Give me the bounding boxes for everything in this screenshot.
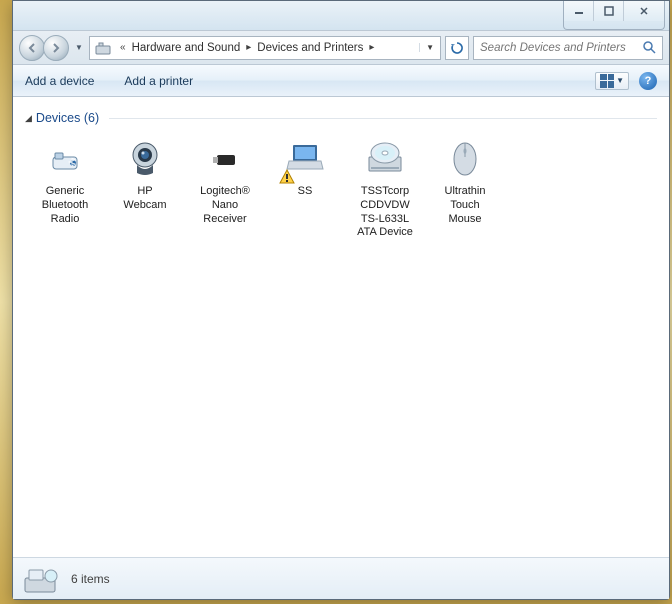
- device-label: Generic: [46, 185, 85, 199]
- device-label: Receiver: [203, 213, 246, 227]
- close-icon: [639, 6, 649, 16]
- help-button[interactable]: ?: [639, 72, 657, 90]
- device-item[interactable]: Logitech® Nano Receiver: [185, 131, 265, 244]
- search-box[interactable]: [473, 36, 663, 60]
- chevron-right-icon[interactable]: ▸: [365, 42, 378, 53]
- maximize-button[interactable]: [594, 1, 624, 21]
- search-icon[interactable]: [643, 41, 656, 54]
- device-label: TS-L633L: [361, 213, 409, 227]
- refresh-button[interactable]: [445, 36, 469, 60]
- device-label: Ultrathin: [445, 185, 486, 199]
- nav-buttons: [19, 35, 69, 61]
- close-button[interactable]: [624, 1, 664, 21]
- device-label: Bluetooth: [42, 199, 88, 213]
- explorer-window: ▼ « Hardware and Sound ▸ Devices and Pri…: [12, 0, 670, 600]
- minimize-icon: [574, 6, 584, 16]
- status-bar: 6 items: [13, 557, 669, 599]
- device-label: CDDVDW: [360, 199, 410, 213]
- minimize-button[interactable]: [564, 1, 594, 21]
- device-label: Mouse: [448, 213, 481, 227]
- window-controls: [563, 1, 665, 30]
- usb-receiver-icon: [201, 135, 249, 183]
- webcam-icon: [121, 135, 169, 183]
- history-dropdown[interactable]: ▼: [73, 43, 85, 52]
- back-button[interactable]: [19, 35, 45, 61]
- breadcrumb-bar[interactable]: « Hardware and Sound ▸ Devices and Print…: [89, 36, 441, 60]
- device-label: Webcam: [123, 199, 166, 213]
- breadcrumb-chevrons[interactable]: «: [116, 42, 130, 53]
- location-icon: [90, 40, 116, 56]
- mouse-icon: [441, 135, 489, 183]
- back-arrow-icon: [26, 42, 38, 54]
- device-item[interactable]: HP Webcam: [105, 131, 185, 244]
- add-device-button[interactable]: Add a device: [25, 74, 94, 88]
- device-item[interactable]: Generic Bluetooth Radio: [25, 131, 105, 244]
- device-label: ATA Device: [357, 226, 413, 240]
- chevron-down-icon: ▼: [616, 76, 624, 85]
- status-icon: [23, 564, 59, 594]
- command-bar: Add a device Add a printer ▼ ?: [13, 65, 669, 97]
- tiles-icon: [600, 74, 614, 88]
- device-item[interactable]: TSSTcorp CDDVDW TS-L633L ATA Device: [345, 131, 425, 244]
- breadcrumb-dropdown[interactable]: ▼: [419, 43, 440, 52]
- address-bar: ▼ « Hardware and Sound ▸ Devices and Pri…: [13, 31, 669, 65]
- breadcrumb-seg-hardware[interactable]: Hardware and Sound: [130, 42, 243, 54]
- group-title: Devices (6): [36, 111, 99, 125]
- view-options-button[interactable]: ▼: [595, 72, 629, 90]
- status-text: 6 items: [71, 572, 110, 586]
- device-item[interactable]: Ultrathin Touch Mouse: [425, 131, 505, 244]
- forward-arrow-icon: [50, 42, 62, 54]
- device-grid: Generic Bluetooth Radio HP Webcam Logite…: [25, 131, 657, 244]
- device-label: TSSTcorp: [361, 185, 409, 199]
- optical-drive-icon: [361, 135, 409, 183]
- device-label: Logitech®: [200, 185, 250, 199]
- warning-badge-icon: [279, 169, 295, 185]
- group-divider: [109, 118, 657, 119]
- forward-button[interactable]: [43, 35, 69, 61]
- maximize-icon: [604, 6, 614, 16]
- bluetooth-dongle-icon: [41, 135, 89, 183]
- refresh-icon: [450, 41, 464, 55]
- search-input[interactable]: [480, 42, 643, 54]
- collapse-arrow-icon[interactable]: ◢: [25, 113, 32, 124]
- device-label: HP: [137, 185, 152, 199]
- content-pane: ◢ Devices (6) Generic Bluetooth Radio HP: [13, 97, 669, 557]
- device-item[interactable]: SS: [265, 131, 345, 244]
- device-label: Touch: [450, 199, 479, 213]
- chevron-right-icon[interactable]: ▸: [242, 42, 255, 53]
- titlebar: [13, 1, 669, 31]
- group-header-devices[interactable]: ◢ Devices (6): [25, 111, 657, 125]
- breadcrumb-seg-devices[interactable]: Devices and Printers: [255, 42, 365, 54]
- device-label: Nano: [212, 199, 238, 213]
- device-label: Radio: [51, 213, 80, 227]
- laptop-icon: [281, 135, 329, 183]
- add-printer-button[interactable]: Add a printer: [124, 74, 193, 88]
- device-label: SS: [298, 185, 313, 199]
